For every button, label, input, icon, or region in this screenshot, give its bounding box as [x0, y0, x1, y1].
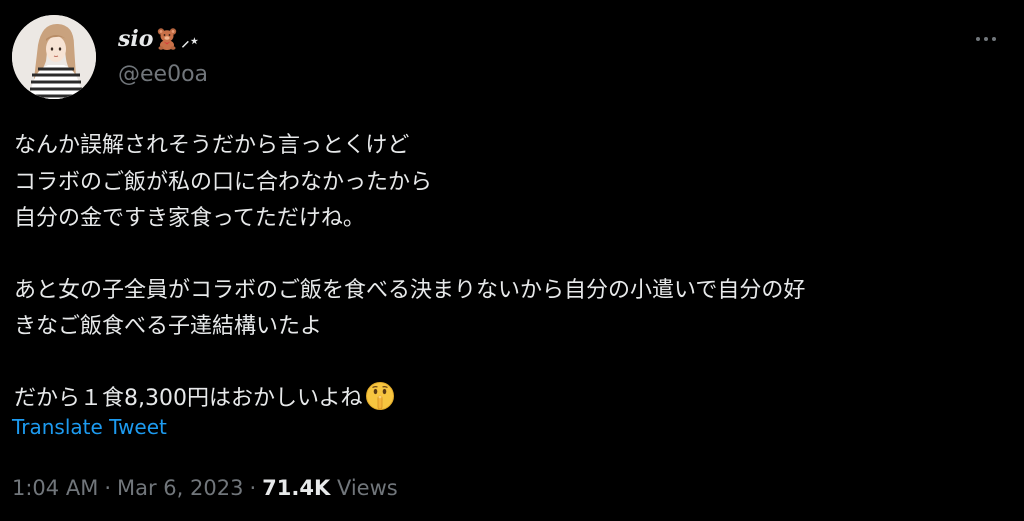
more-dot-icon	[976, 37, 980, 41]
tweet-meta: 1:04 AM · Mar 6, 2023 · 71.4K Views	[12, 473, 398, 503]
author-display-name[interactable]: sio ⸝⋆	[118, 24, 199, 58]
tweet-text-line: きなご飯食べる子達結構いたよ	[14, 314, 323, 339]
tweet-text-line: コラボのご飯が私の口に合わなかったから	[14, 169, 433, 195]
views-count[interactable]: 71.4K	[262, 476, 330, 500]
name-sparkle-glyph: ⸝⋆	[181, 31, 200, 50]
translate-tweet-link[interactable]: Translate Tweet	[12, 413, 167, 441]
shushing-face-icon	[365, 381, 395, 424]
meta-separator: ·	[104, 476, 112, 500]
meta-separator: ·	[249, 476, 257, 500]
author-name-text: sio	[118, 26, 154, 52]
tweet-text: なんか誤解されそうだから言っとくけど コラボのご飯が私の口に合わなかったから 自…	[14, 128, 1014, 417]
tweet-text-line: 自分の金ですき家食ってただけね。	[14, 206, 365, 231]
author-handle[interactable]: @ee0oa	[118, 60, 208, 90]
tweet-text-line: だから１食8,300円はおかしいよね	[14, 385, 363, 411]
more-options-button[interactable]	[966, 24, 1006, 54]
tweet: sio ⸝⋆ @ee0oa なんか誤解されそうだから言っとくけど コラボのご飯が…	[0, 0, 1024, 521]
avatar-image	[12, 15, 96, 99]
more-dot-icon	[984, 37, 988, 41]
teddy-bear-icon	[155, 26, 179, 58]
tweet-text-line: なんか誤解されそうだから言っとくけど	[14, 133, 410, 158]
avatar[interactable]	[12, 15, 96, 99]
tweet-text-line: あと女の子全員がコラボのご飯を食べる決まりないから自分の小遣いで自分の好	[14, 277, 806, 303]
views-label: Views	[336, 476, 398, 500]
more-dot-icon	[992, 37, 996, 41]
tweet-text-last-line: だから１食8,300円はおかしいよね	[14, 381, 1014, 418]
tweet-date[interactable]: Mar 6, 2023	[117, 476, 243, 500]
tweet-time[interactable]: 1:04 AM	[12, 476, 98, 500]
